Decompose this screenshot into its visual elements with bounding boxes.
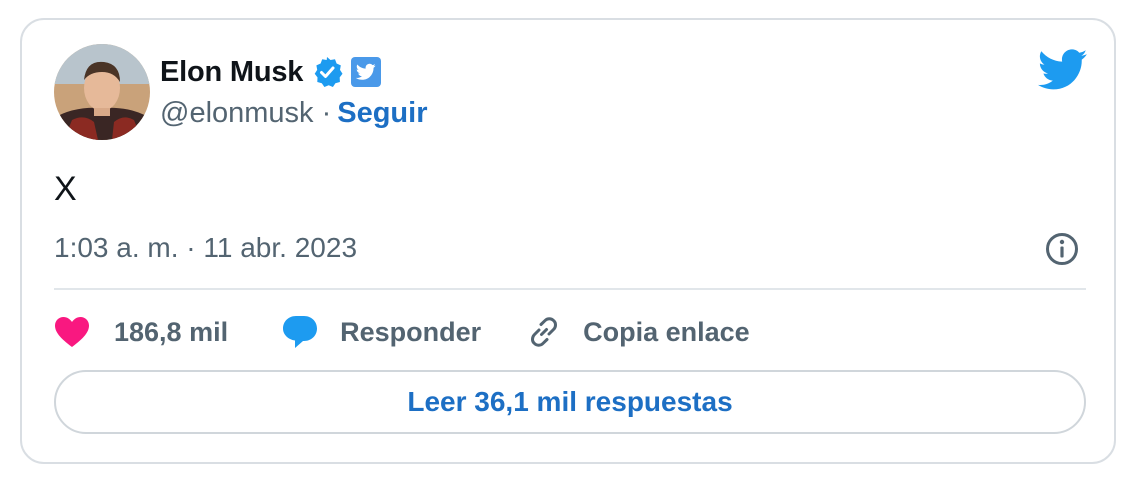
read-replies-button[interactable]: Leer 36,1 mil respuestas	[54, 370, 1086, 434]
author-name[interactable]: Elon Musk	[160, 56, 303, 89]
twitter-bird-icon[interactable]	[1038, 48, 1088, 92]
link-icon	[527, 315, 561, 349]
twitter-bird-badge-icon	[351, 57, 382, 87]
like-button[interactable]: 186,8 mil	[54, 316, 228, 348]
heart-icon	[54, 316, 90, 348]
divider	[54, 288, 1086, 290]
avatar[interactable]	[54, 44, 150, 140]
info-icon[interactable]	[1044, 231, 1080, 267]
reply-label: Responder	[340, 316, 482, 347]
speech-bubble-icon	[282, 315, 318, 349]
author-handle-row: @elonmusk · Seguir	[160, 94, 427, 132]
separator-dot: ·	[321, 96, 332, 129]
copy-link-button[interactable]: Copia enlace	[527, 315, 750, 349]
follow-button[interactable]: Seguir	[337, 97, 427, 130]
verified-badge-icon	[314, 57, 343, 87]
reply-button[interactable]: Responder	[282, 315, 481, 349]
tweet-text: X	[54, 170, 77, 208]
author-name-row: Elon Musk	[160, 54, 382, 90]
like-count: 186,8 mil	[114, 316, 229, 347]
author-handle[interactable]: @elonmusk	[160, 97, 314, 130]
tweet-timestamp[interactable]: 1:03 a. m. · 11 abr. 2023	[54, 232, 357, 264]
action-bar: 186,8 mil Responder Copia enlace	[54, 308, 750, 356]
tweet-card: Elon Musk @elonmusk · Seguir X 1:03 a. m…	[20, 18, 1116, 464]
copy-link-label: Copia enlace	[583, 316, 750, 347]
